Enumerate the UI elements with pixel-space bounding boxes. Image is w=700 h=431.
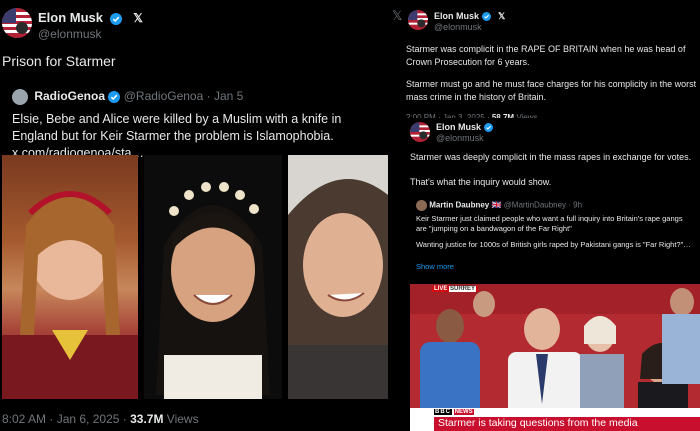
post-text: Prison for Starmer <box>2 53 116 69</box>
quote-paragraph-1: Keir Starmer just claimed people who wan… <box>416 214 683 233</box>
avatar[interactable] <box>2 8 32 38</box>
quote-author-handle: @MartinDaubney <box>503 200 567 210</box>
author-name[interactable]: Elon Musk <box>434 11 479 21</box>
views-count: 33.7M <box>130 412 164 426</box>
post-meta: 8:02 AM · Jan 6, 2025 · 33.7M Views <box>2 412 199 426</box>
verified-badge-icon <box>483 123 493 133</box>
photo-2[interactable] <box>144 155 282 399</box>
bbc-logo: BBC <box>434 409 452 415</box>
quote-card[interactable]: Martin Daubney 🇬🇧 @MartinDaubney · 9h Ke… <box>410 196 698 278</box>
avatar[interactable] <box>408 10 428 30</box>
quote-date: · Jan 5 <box>206 89 244 104</box>
post-paragraph-1: Starmer was deeply complicit in the mass… <box>410 152 692 162</box>
right-top-post: 𝕏 Elon Musk 𝕏 @elonmusk Starmer was comp… <box>390 0 700 130</box>
quote-author-name: Martin Daubney <box>429 200 490 210</box>
verified-badge-icon <box>108 91 121 103</box>
post-paragraph-2: That's what the inquiry would show. <box>410 177 552 187</box>
quote-paragraph-2: Wanting justice for 1000s of British gir… <box>416 240 691 249</box>
photo-1[interactable] <box>2 155 138 399</box>
author-name[interactable]: Elon Musk <box>38 10 103 25</box>
photo-3[interactable] <box>288 155 388 399</box>
x-logo-icon: 𝕏 <box>133 11 143 25</box>
us-flag-icon <box>408 10 428 30</box>
verified-badge-icon <box>109 12 122 25</box>
ticker-text: Starmer is taking questions from the med… <box>438 417 638 429</box>
x-logo-icon: 𝕏 <box>392 8 403 23</box>
quote-avatar <box>416 200 427 211</box>
x-logo-icon: 𝕏 <box>498 11 506 21</box>
quote-header[interactable]: RadioGenoa @RadioGenoa · Jan 5 <box>12 89 243 105</box>
author-handle[interactable]: @elonmusk <box>434 22 482 32</box>
radiogenoa-avatar <box>12 89 28 105</box>
uk-flag-icon: 🇬🇧 <box>491 200 502 210</box>
news-label: NEWS <box>453 409 474 415</box>
avatar[interactable] <box>410 122 430 142</box>
post-paragraph-2: Starmer must go and he must face charges… <box>406 79 697 102</box>
post-time[interactable]: 8:02 AM · Jan 6, 2025 · <box>2 412 127 426</box>
right-bottom-post: Elon Musk @elonmusk Starmer was deeply c… <box>404 118 700 431</box>
views-label: Views <box>166 412 199 426</box>
author-handle[interactable]: @elonmusk <box>436 133 484 143</box>
live-label: LIVE <box>434 286 448 292</box>
live-badge: LIVE SURREY <box>432 286 479 292</box>
channel-label: SURREY <box>449 286 477 292</box>
author-handle[interactable]: @elonmusk <box>38 27 102 41</box>
ticker-bar: Starmer is taking questions from the med… <box>434 417 700 431</box>
video-thumbnail[interactable]: LIVE SURREY BBC NEWS Starmer is taking q… <box>410 284 700 431</box>
quote-author-handle: @RadioGenoa <box>123 89 204 104</box>
us-flag-icon <box>410 122 430 142</box>
quote-author-name: RadioGenoa <box>34 89 106 104</box>
post-paragraph-1: Starmer was complicit in the RAPE OF BRI… <box>406 44 686 67</box>
quote-date: · 9h <box>568 200 583 210</box>
quote-body: Elsie, Bebe and Alice were killed by a M… <box>12 112 342 143</box>
show-more-link[interactable]: Show more <box>416 262 454 271</box>
news-banner: BBC NEWS Starmer is taking questions fro… <box>410 408 700 431</box>
verified-badge-icon <box>481 12 491 22</box>
left-post: Elon Musk 𝕏 @elonmusk Prison for Starmer… <box>0 0 390 431</box>
author-name[interactable]: Elon Musk <box>436 122 481 132</box>
us-flag-icon <box>2 8 32 38</box>
